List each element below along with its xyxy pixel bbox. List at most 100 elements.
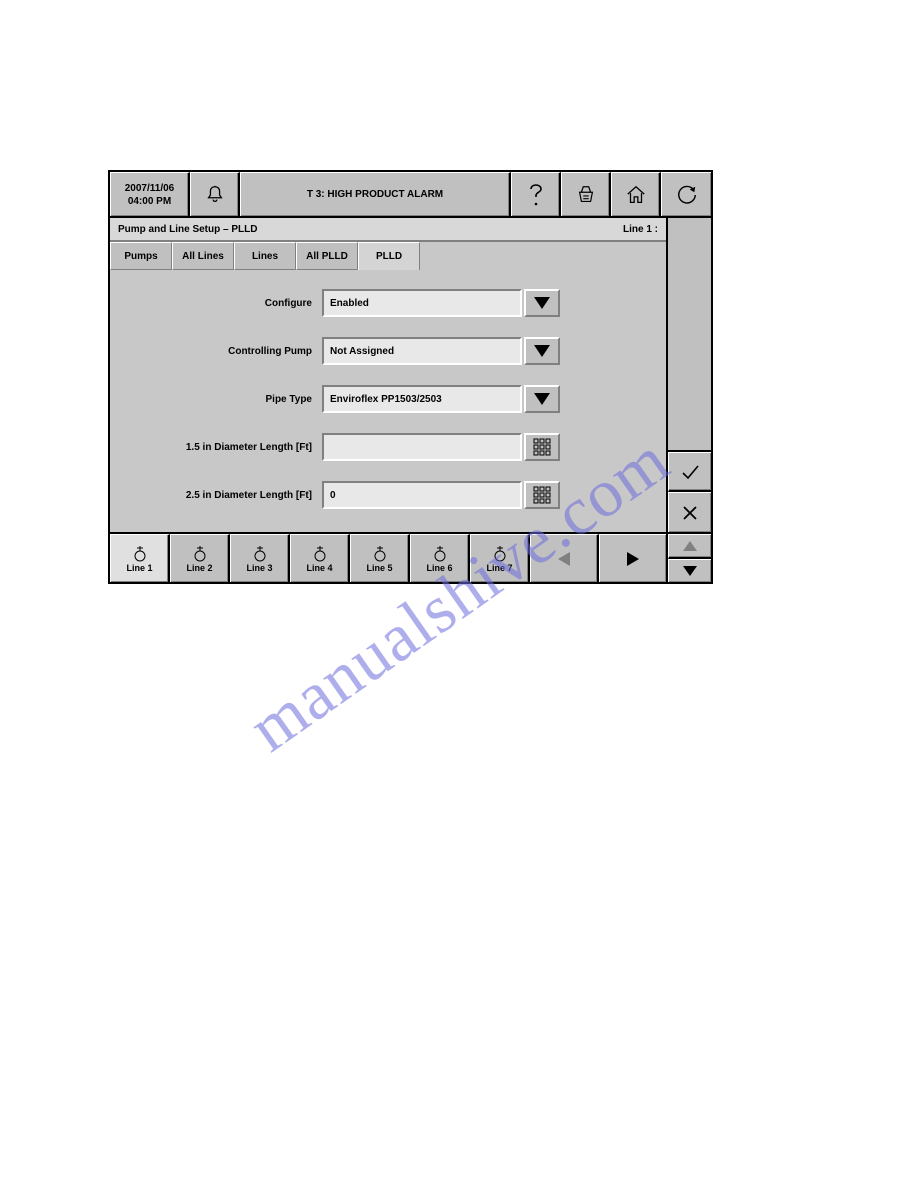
datetime-display: 2007/11/06 04:00 PM (110, 172, 190, 216)
tab-lines[interactable]: Lines (234, 242, 296, 270)
line-icon (131, 545, 149, 563)
row-configure: Configure Enabled (122, 288, 654, 318)
help-button[interactable] (511, 172, 561, 216)
field-value: 0 (330, 490, 336, 501)
breadcrumb-bar: Pump and Line Setup – PLLD Line 1 : (110, 218, 666, 242)
label-diameter-25: 2.5 in Diameter Length [Ft] (122, 490, 322, 501)
field-configure[interactable]: Enabled (322, 289, 522, 317)
page-prev-button[interactable] (530, 534, 599, 582)
tab-label: Pumps (124, 251, 157, 262)
line-label: Line 6 (426, 563, 452, 573)
chevron-down-icon (532, 343, 552, 359)
line-label: Line 3 (246, 563, 272, 573)
line-button-2[interactable]: Line 2 (170, 534, 230, 582)
tab-label: All Lines (182, 251, 224, 262)
keypad-icon (532, 437, 552, 457)
sidebar-spacer (668, 218, 711, 452)
line-button-3[interactable]: Line 3 (230, 534, 290, 582)
main-left: Pump and Line Setup – PLLD Line 1 : Pump… (110, 218, 666, 532)
field-diameter-25[interactable]: 0 (322, 481, 522, 509)
tab-pumps[interactable]: Pumps (110, 242, 172, 270)
line-label: Line 7 (486, 563, 512, 573)
line-button-1[interactable]: Line 1 (110, 534, 170, 582)
label-controlling-pump: Controlling Pump (122, 346, 322, 357)
keypad-diameter-25[interactable] (524, 481, 560, 509)
printer-icon (575, 184, 597, 206)
dropdown-controlling-pump[interactable] (524, 337, 560, 365)
print-button[interactable] (561, 172, 611, 216)
keypad-icon (532, 485, 552, 505)
row-diameter-15: 1.5 in Diameter Length [Ft] (122, 432, 654, 462)
line-label: Line 5 (366, 563, 392, 573)
app-panel: 2007/11/06 04:00 PM T 3: HIGH PRODUCT AL… (108, 170, 713, 584)
row-diameter-25: 2.5 in Diameter Length [Ft] 0 (122, 480, 654, 510)
line-button-6[interactable]: Line 6 (410, 534, 470, 582)
line-icon (251, 545, 269, 563)
triangle-down-icon (681, 564, 699, 578)
screen-context: Line 1 : (623, 224, 658, 235)
row-pipe-type: Pipe Type Enviroflex PP1503/2503 (122, 384, 654, 414)
line-icon (311, 545, 329, 563)
chevron-down-icon (532, 391, 552, 407)
refresh-icon (676, 184, 698, 206)
cancel-button[interactable] (668, 492, 711, 532)
time-text: 04:00 PM (128, 195, 171, 208)
line-icon (371, 545, 389, 563)
top-toolbar: 2007/11/06 04:00 PM T 3: HIGH PRODUCT AL… (110, 172, 711, 218)
page-next-button[interactable] (599, 534, 666, 582)
field-value: Enabled (330, 298, 369, 309)
tab-strip: Pumps All Lines Lines All PLLD PLLD (110, 242, 666, 270)
line-button-7[interactable]: Line 7 (470, 534, 530, 582)
home-icon (625, 184, 647, 206)
line-icon (491, 545, 509, 563)
alarm-bell-button[interactable] (190, 172, 240, 216)
chevron-down-icon (532, 295, 552, 311)
dropdown-configure[interactable] (524, 289, 560, 317)
main-row: Pump and Line Setup – PLLD Line 1 : Pump… (110, 218, 711, 532)
form-area: Configure Enabled Controlling Pump Not A… (110, 270, 666, 532)
scroll-stack (666, 534, 711, 582)
right-sidebar (666, 218, 711, 532)
field-pipe-type[interactable]: Enviroflex PP1503/2503 (322, 385, 522, 413)
tab-all-plld[interactable]: All PLLD (296, 242, 358, 270)
dropdown-pipe-type[interactable] (524, 385, 560, 413)
keypad-diameter-15[interactable] (524, 433, 560, 461)
alarm-text: T 3: HIGH PRODUCT ALARM (307, 189, 443, 200)
line-label: Line 1 (126, 563, 152, 573)
label-pipe-type: Pipe Type (122, 394, 322, 405)
line-label: Line 2 (186, 563, 212, 573)
date-text: 2007/11/06 (125, 182, 175, 195)
line-label: Line 4 (306, 563, 332, 573)
triangle-left-icon (555, 550, 573, 568)
line-icon (431, 545, 449, 563)
line-icon (191, 545, 209, 563)
screen-title: Pump and Line Setup – PLLD (118, 224, 257, 235)
label-diameter-15: 1.5 in Diameter Length [Ft] (122, 442, 322, 453)
question-icon (526, 183, 546, 207)
field-value: Enviroflex PP1503/2503 (330, 394, 442, 405)
line-button-4[interactable]: Line 4 (290, 534, 350, 582)
tab-label: All PLLD (306, 251, 348, 262)
refresh-button[interactable] (661, 172, 711, 216)
label-configure: Configure (122, 298, 322, 309)
scroll-up-button[interactable] (668, 534, 711, 559)
x-icon (680, 503, 700, 523)
triangle-right-icon (624, 550, 642, 568)
confirm-button[interactable] (668, 452, 711, 492)
alarm-message[interactable]: T 3: HIGH PRODUCT ALARM (240, 172, 511, 216)
field-controlling-pump[interactable]: Not Assigned (322, 337, 522, 365)
line-button-5[interactable]: Line 5 (350, 534, 410, 582)
tab-label: Lines (252, 251, 278, 262)
scroll-down-button[interactable] (668, 559, 711, 582)
field-diameter-15[interactable] (322, 433, 522, 461)
row-controlling-pump: Controlling Pump Not Assigned (122, 336, 654, 366)
bottom-bar: Line 1 Line 2 Line 3 Line 4 Line 5 Line … (110, 532, 711, 582)
check-icon (679, 461, 701, 483)
tab-plld[interactable]: PLLD (358, 242, 420, 270)
tab-all-lines[interactable]: All Lines (172, 242, 234, 270)
tab-label: PLLD (376, 251, 402, 262)
home-button[interactable] (611, 172, 661, 216)
triangle-up-icon (681, 539, 699, 553)
field-value: Not Assigned (330, 346, 394, 357)
bell-icon (204, 184, 226, 206)
